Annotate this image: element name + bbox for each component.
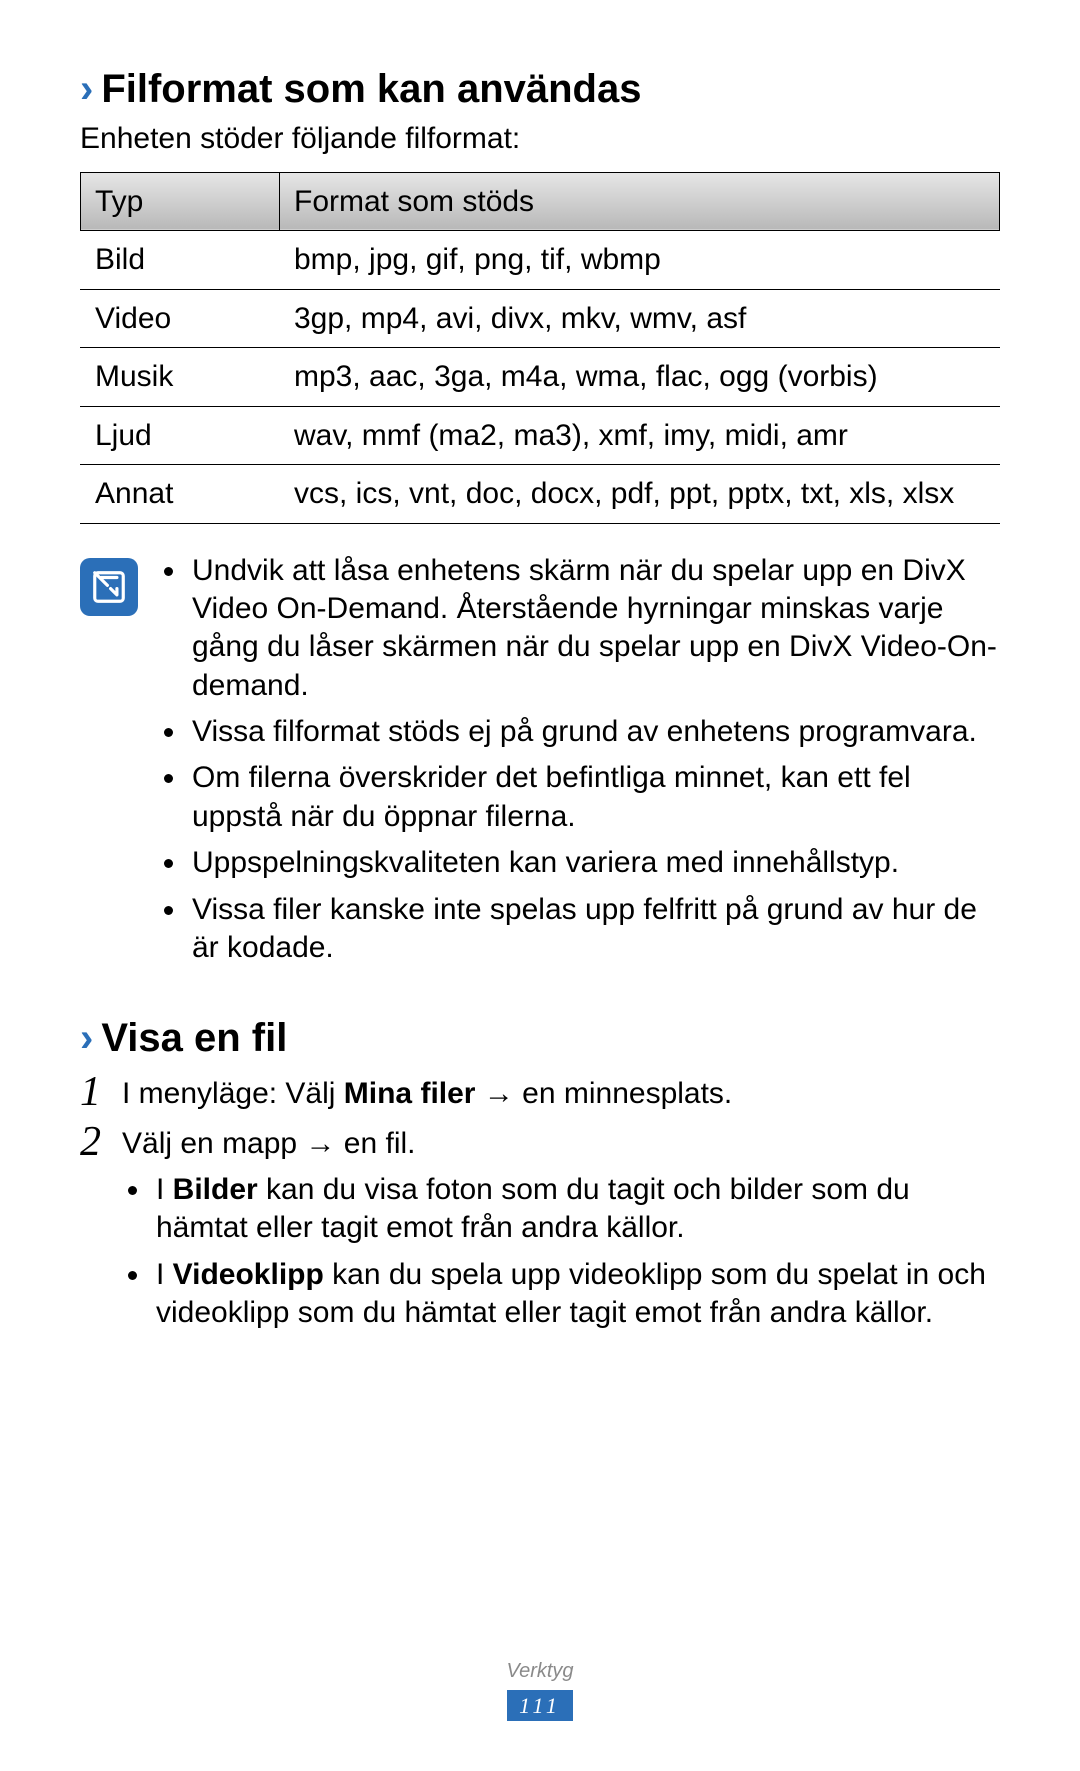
footer-category: Verktyg (0, 1659, 1080, 1684)
table-cell-type: Musik (81, 348, 280, 407)
page-number: 111 (507, 1690, 573, 1722)
table-cell-formats: bmp, jpg, gif, png, tif, wbmp (280, 231, 1000, 290)
section-heading-file-formats: › Filformat som kan användas (80, 64, 1000, 114)
step1-bold: Mina filer (344, 1077, 476, 1110)
table-row: Video3gp, mp4, avi, divx, mkv, wmv, asf (81, 289, 1000, 348)
list-item-bold: Bilder (173, 1173, 258, 1206)
note-icon (80, 558, 138, 616)
table-cell-type: Annat (81, 465, 280, 524)
step1-post: → en minnesplats. (475, 1077, 732, 1110)
list-item: I Bilder kan du visa foton som du tagit … (152, 1171, 1000, 1248)
note-list: Undvik att låsa enhetens skärm när du sp… (158, 552, 1000, 976)
note-item: Undvik att låsa enhetens skärm när du sp… (188, 552, 1000, 706)
table-row: Annatvcs, ics, vnt, doc, docx, pdf, ppt,… (81, 465, 1000, 524)
note-item: Om filerna överskrider det befintliga mi… (188, 759, 1000, 836)
section-title: Filformat som kan användas (101, 64, 641, 114)
page: › Filformat som kan användas Enheten stö… (0, 0, 1080, 1771)
step1-pre: I menyläge: Välj (122, 1077, 344, 1110)
step-2: 2 Välj en mapp → en fil. I Bilder kan du… (80, 1119, 1000, 1340)
section-subtitle: Enheten stöder följande filformat: (80, 120, 1000, 158)
step2-text: Välj en mapp → en fil. (122, 1127, 415, 1160)
note-item: Vissa filer kanske inte spelas upp felfr… (188, 891, 1000, 968)
table-row: Musikmp3, aac, 3ga, m4a, wma, flac, ogg … (81, 348, 1000, 407)
list-item: I Videoklipp kan du spela upp videoklipp… (152, 1256, 1000, 1333)
list-item-pre: I (156, 1258, 173, 1291)
table-header-type: Typ (81, 172, 280, 231)
file-format-table: Typ Format som stöds Bildbmp, jpg, gif, … (80, 172, 1000, 524)
note-item: Vissa filformat stöds ej på grund av enh… (188, 713, 1000, 751)
list-item-bold: Videoklipp (173, 1258, 324, 1291)
table-header-row: Typ Format som stöds (81, 172, 1000, 231)
chevron-icon: › (80, 1013, 93, 1063)
table-cell-type: Video (81, 289, 280, 348)
table-body: Bildbmp, jpg, gif, png, tif, wbmpVideo3g… (81, 231, 1000, 524)
section-title: Visa en fil (101, 1013, 287, 1063)
step-number: 1 (80, 1069, 122, 1113)
table-cell-type: Bild (81, 231, 280, 290)
note-item: Uppspelningskvaliteten kan variera med i… (188, 844, 1000, 882)
chevron-icon: › (80, 64, 93, 114)
note-box: Undvik att låsa enhetens skärm när du sp… (80, 552, 1000, 976)
step-number: 2 (80, 1119, 122, 1163)
step-body: I menyläge: Välj Mina filer → en minnesp… (122, 1069, 1000, 1113)
table-cell-formats: vcs, ics, vnt, doc, docx, pdf, ppt, pptx… (280, 465, 1000, 524)
list-item-post: kan du visa foton som du tagit och bilde… (156, 1173, 910, 1244)
page-footer: Verktyg 111 (0, 1659, 1080, 1722)
table-row: Ljudwav, mmf (ma2, ma3), xmf, imy, midi,… (81, 406, 1000, 465)
table-cell-formats: 3gp, mp4, avi, divx, mkv, wmv, asf (280, 289, 1000, 348)
steps: 1 I menyläge: Välj Mina filer → en minne… (80, 1069, 1000, 1340)
table-header-formats: Format som stöds (280, 172, 1000, 231)
section-heading-view-file: › Visa en fil (80, 1013, 1000, 1063)
table-row: Bildbmp, jpg, gif, png, tif, wbmp (81, 231, 1000, 290)
list-item-pre: I (156, 1173, 173, 1206)
table-cell-formats: wav, mmf (ma2, ma3), xmf, imy, midi, amr (280, 406, 1000, 465)
step2-bullets: I Bilder kan du visa foton som du tagit … (122, 1171, 1000, 1333)
step-1: 1 I menyläge: Välj Mina filer → en minne… (80, 1069, 1000, 1113)
table-cell-type: Ljud (81, 406, 280, 465)
table-cell-formats: mp3, aac, 3ga, m4a, wma, flac, ogg (vorb… (280, 348, 1000, 407)
step-body: Välj en mapp → en fil. I Bilder kan du v… (122, 1119, 1000, 1340)
